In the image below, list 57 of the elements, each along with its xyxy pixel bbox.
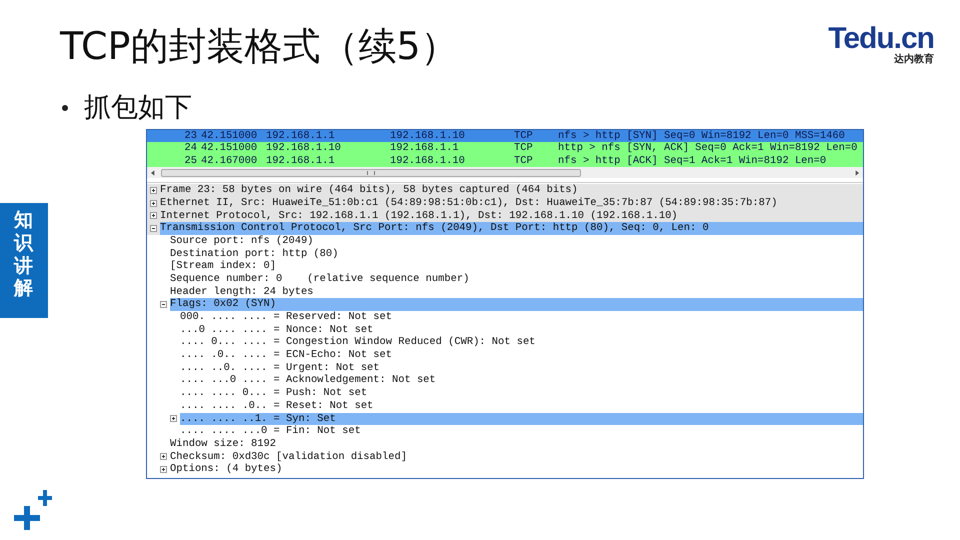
packet-row[interactable]: 25 42.167000 192.168.1.1 192.168.1.10 TCP nfs > http [ACK] Seq=1 Ack=1 Win=8192 Len=0 xyxy=(147,154,863,168)
table-cell-text: 25 xyxy=(184,154,197,168)
tree-item[interactable]: .... 0... .... = Congestion Window Reduced (CWR): Not set xyxy=(180,336,538,350)
tree-item[interactable]: Header length: 24 bytes xyxy=(170,286,316,298)
table-cell-text: 192.168.1.10 xyxy=(390,154,466,168)
table-cell-text: 192.168.1.10 xyxy=(266,142,342,155)
packet-row[interactable]: 24 42.151000 192.168.1.10 192.168.1.1 TCP http > nfs [SYN, ACK] Seq=0 Ack=1 Win=8192 Len=0 xyxy=(147,142,863,155)
scroll-thumb[interactable] xyxy=(161,168,581,177)
expand-icon[interactable] xyxy=(150,187,157,194)
table-cell: http > nfs [SYN, ACK] Seq=0 Ack=1 Win=8192 Len=0 xyxy=(558,142,858,155)
horizontal-scrollbar[interactable] xyxy=(147,167,863,178)
expand-icon[interactable] xyxy=(150,200,157,207)
tree-item[interactable]: Checksum: 0xd30c [validation disabled] xyxy=(170,450,409,464)
logo: Tedu.cn 达内教育 xyxy=(828,24,934,66)
tree-item[interactable]: .... .... 0... = Push: Not set xyxy=(180,387,370,400)
scroll-left-icon[interactable] xyxy=(149,168,157,177)
tree-item[interactable]: Window size: 8192 xyxy=(170,438,278,451)
table-cell: nfs > http [SYN] Seq=0 Win=8192 Len=0 MSS=1460 xyxy=(558,130,845,142)
tree-item[interactable]: ...0 .... .... = Nonce: Not set xyxy=(180,324,376,336)
tree-item[interactable]: .... .... ..1. = Syn: Set xyxy=(180,412,863,426)
tree-item[interactable]: Transmission Control Protocol, Src Port: nfs (2049), Dst Port: http (80), Seq: 0, Len: 0 xyxy=(160,222,863,235)
expand-icon[interactable] xyxy=(160,466,167,474)
tree-item[interactable]: .... ..0. .... = Urgent: Not set xyxy=(180,362,382,374)
expand-icon[interactable] xyxy=(160,453,167,460)
tree-item[interactable]: Sequence number: 0 (relative sequence number) xyxy=(170,272,472,286)
table-cell-text: 42.151000 xyxy=(200,130,258,142)
tree-item[interactable]: 000. .... .... = Reserved: Not set xyxy=(180,311,394,324)
tree-item[interactable]: Source port: nfs (2049) xyxy=(170,234,316,248)
tree-item[interactable]: .... .0.. .... = ECN-Echo: Not set xyxy=(180,349,394,362)
table-cell: nfs > http [ACK] Seq=1 Ack=1 Win=8192 Len=0 xyxy=(558,154,826,168)
table-cell-text: 192.168.1.1 xyxy=(266,154,336,168)
collapse-icon[interactable] xyxy=(160,301,167,308)
table-cell-text: 23 xyxy=(184,130,197,142)
table-cell-text: 192.168.1.10 xyxy=(390,130,466,142)
scroll-right-icon[interactable] xyxy=(853,168,861,177)
expand-icon[interactable] xyxy=(150,212,157,220)
bullet-icon xyxy=(62,105,68,111)
collapse-icon[interactable] xyxy=(150,225,157,232)
tree-item[interactable]: .... .... .0.. = Reset: Not set xyxy=(180,400,376,413)
tree-item[interactable]: [Stream index: 0] xyxy=(170,260,278,273)
table-cell-text: 42.167000 xyxy=(200,154,258,168)
tree-item[interactable]: .... .... ...0 = Fin: Not set xyxy=(180,425,363,438)
expand-icon[interactable] xyxy=(170,415,177,422)
table-cell-text: 192.168.1.1 xyxy=(390,142,460,155)
table-cell-text: 42.151000 xyxy=(200,142,258,155)
table-cell-text: TCP xyxy=(514,142,534,155)
tree-item[interactable]: .... ...0 .... = Acknowledgement: Not set xyxy=(180,374,438,388)
tree-item[interactable]: Options: (4 bytes) xyxy=(170,463,284,476)
tree-item[interactable]: Flags: 0x02 (SYN) xyxy=(170,298,863,312)
table-cell-text: 192.168.1.1 xyxy=(266,130,336,142)
tree-item[interactable]: Destination port: http (80) xyxy=(170,248,340,260)
table-cell-text: 24 xyxy=(184,142,197,155)
bullet-text: 抓包如下 xyxy=(84,91,192,125)
table-cell-text: TCP xyxy=(514,154,534,168)
table-cell-text: TCP xyxy=(514,130,534,142)
packet-row[interactable]: 23 42.151000 192.168.1.1 192.168.1.10 TCP nfs > http [SYN] Seq=0 Win=8192 Len=0 MSS=1460 xyxy=(147,130,863,142)
slide-title: TCP的封装格式（续5） xyxy=(60,23,459,70)
